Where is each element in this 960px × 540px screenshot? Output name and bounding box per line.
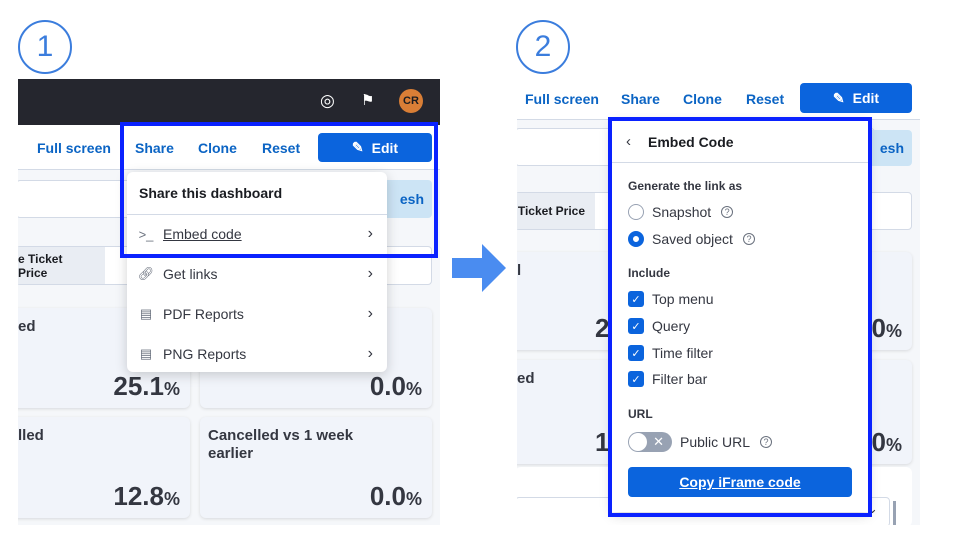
- card-title: Cancelled vs 1 week earlier: [208, 427, 354, 462]
- clone-link[interactable]: Clone: [683, 91, 722, 107]
- metric-card: Cancelled vs 1 week earlier 0.0%: [200, 417, 432, 518]
- highlight-box: [120, 122, 438, 258]
- step-1-badge: 1: [18, 20, 72, 74]
- edit-label: Edit: [852, 90, 880, 106]
- pencil-icon: ✎: [832, 89, 845, 106]
- full-screen-link[interactable]: Full screen: [37, 140, 111, 156]
- share-link[interactable]: Share: [621, 91, 660, 107]
- card-title: ed: [517, 370, 535, 387]
- metric-card: lled 12.8%: [18, 417, 190, 518]
- filter-pill[interactable]: e Ticket Price: [18, 247, 105, 284]
- menu-item-pdf-reports[interactable]: ▤ PDF Reports ›: [137, 299, 373, 329]
- document-icon: ▤: [139, 306, 153, 321]
- card-value: 12.8%: [113, 481, 180, 511]
- card-value: 0%: [871, 313, 902, 343]
- filter-pill[interactable]: Ticket Price: [517, 193, 595, 229]
- dashboard-toolbar: Full screen Share Clone Reset ✎ Edit: [517, 79, 920, 120]
- highlight-box: [608, 117, 872, 517]
- menu-item-png-reports[interactable]: ▤ PNG Reports ›: [137, 339, 373, 369]
- menu-item-get-links[interactable]: 🔗︎ Get links ›: [137, 259, 373, 289]
- step-2-badge: 2: [516, 20, 570, 74]
- card-value: 0.0%: [369, 371, 422, 401]
- card-title: ed: [18, 318, 36, 335]
- chevron-right-icon: ›: [367, 265, 373, 282]
- scrollbar[interactable]: [893, 501, 896, 525]
- card-value: 25.1%: [113, 371, 180, 401]
- link-icon: 🔗︎: [137, 266, 155, 281]
- card-value: 0.0%: [369, 481, 422, 511]
- chevron-right-icon: ›: [367, 345, 373, 362]
- news-party-icon[interactable]: ⚑: [361, 91, 374, 109]
- reset-link[interactable]: Reset: [746, 91, 784, 107]
- card-title: l: [517, 262, 522, 279]
- document-icon: ▤: [139, 346, 153, 361]
- help-lifebuoy-icon[interactable]: ◎: [320, 91, 335, 111]
- full-screen-link[interactable]: Full screen: [525, 91, 599, 107]
- menu-item-label: PNG Reports: [163, 346, 247, 362]
- avatar[interactable]: CR: [399, 89, 423, 113]
- chevron-right-icon: ›: [367, 305, 373, 322]
- card-value: 0%: [871, 427, 902, 457]
- menu-item-label: PDF Reports: [163, 306, 244, 322]
- edit-button[interactable]: ✎ Edit: [800, 83, 912, 113]
- top-header: ◎ ⚑ CR: [18, 79, 440, 125]
- arrow-right-icon: [452, 244, 506, 292]
- menu-item-label: Get links: [163, 266, 218, 282]
- card-title: lled: [18, 427, 44, 444]
